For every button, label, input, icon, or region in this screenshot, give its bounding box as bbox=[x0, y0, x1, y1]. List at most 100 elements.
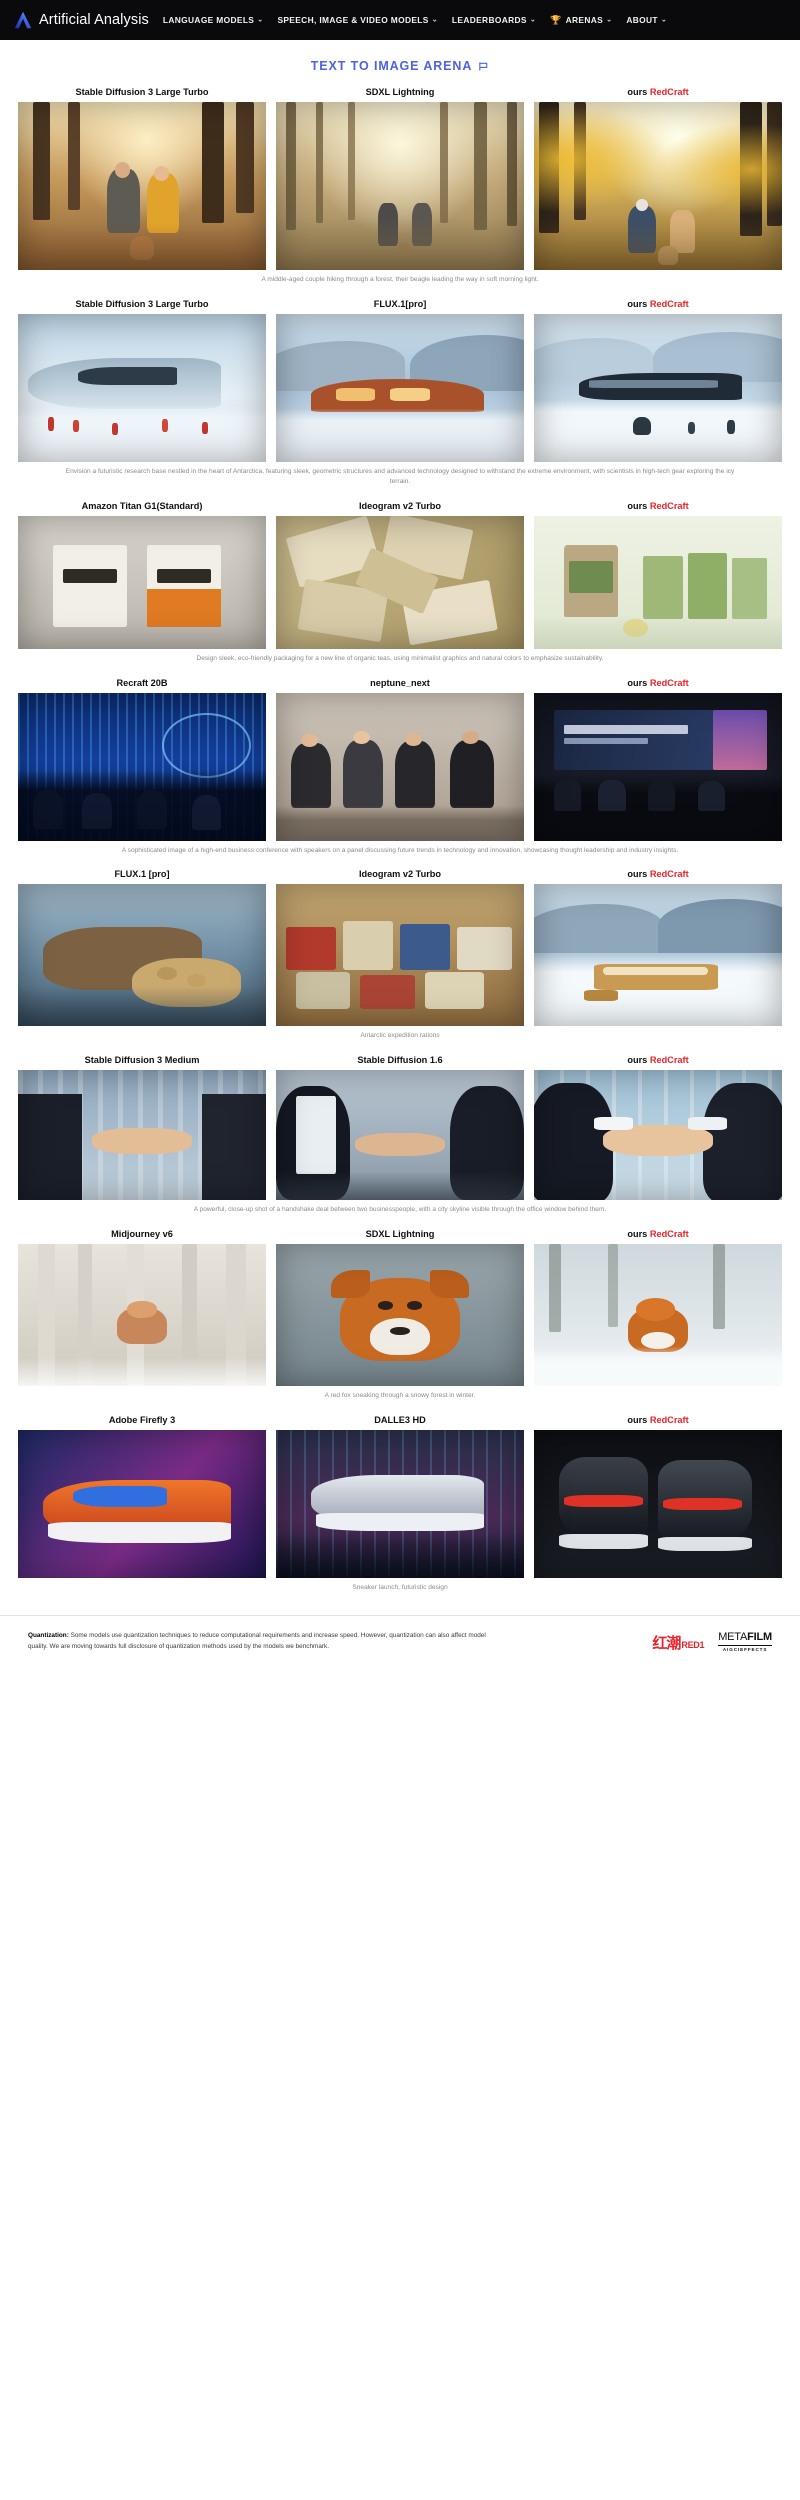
ours-prefix: ours bbox=[627, 1229, 650, 1240]
generated-image[interactable] bbox=[18, 102, 266, 270]
quantization-note-text: Some models use quantization techniques … bbox=[28, 1632, 486, 1651]
nav-item-about[interactable]: ABOUT ⌄ bbox=[626, 15, 667, 25]
brand[interactable]: Artificial Analysis bbox=[14, 11, 149, 29]
nav-item-arenas[interactable]: 🏆 ARENAS ⌄ bbox=[550, 15, 612, 25]
comparison-row: Amazon Titan G1(Standard) Ideogram v2 Tu… bbox=[0, 501, 800, 676]
model-label: neptune_next bbox=[370, 677, 430, 688]
page-title: TEXT TO IMAGE ARENA bbox=[311, 59, 490, 73]
metafilm-logo-sub: AIGCIEFFECTS bbox=[722, 1646, 768, 1652]
row-caption: A red fox sneaking through a snowy fores… bbox=[324, 1392, 476, 1400]
ours-brand: RedCraft bbox=[649, 1055, 689, 1066]
generated-image[interactable] bbox=[276, 1070, 524, 1201]
model-label: Stable Diffusion 1.6 bbox=[357, 1055, 443, 1066]
model-label: Ideogram v2 Turbo bbox=[358, 500, 442, 511]
chevron-down-icon: ⌄ bbox=[431, 16, 438, 23]
generated-image-ours[interactable] bbox=[534, 1244, 782, 1387]
row-labels: Midjourney v6 SDXL Lightning ours RedCra… bbox=[0, 1229, 800, 1239]
model-label: Stable Diffusion 3 Large Turbo bbox=[75, 298, 209, 309]
row-caption: Sneaker launch, futuristic design bbox=[352, 1584, 448, 1592]
nav-items: LANGUAGE MODELS ⌄ SPEECH, IMAGE & VIDEO … bbox=[163, 15, 667, 25]
triangle-logo-icon bbox=[14, 11, 32, 29]
chevron-down-icon: ⌄ bbox=[529, 16, 537, 23]
row-images bbox=[0, 1070, 800, 1201]
nav-item-language-models[interactable]: LANGUAGE MODELS ⌄ bbox=[163, 15, 264, 25]
generated-image[interactable] bbox=[18, 884, 266, 1027]
row-caption: A powerful, close-up shot of a handshake… bbox=[193, 1206, 607, 1214]
ours-brand: RedCraft bbox=[649, 500, 689, 511]
generated-image-ours[interactable] bbox=[534, 1070, 782, 1201]
generated-image-ours[interactable] bbox=[534, 515, 782, 649]
comparison-row: Recraft 20B neptune_next ours RedCraft A… bbox=[0, 678, 800, 868]
row-images bbox=[0, 313, 800, 462]
generated-image-ours[interactable] bbox=[534, 884, 782, 1027]
ours-brand: RedCraft bbox=[649, 869, 689, 880]
comparison-row: Stable Diffusion 3 Medium Stable Diffusi… bbox=[0, 1055, 800, 1227]
generated-image-ours[interactable] bbox=[534, 102, 782, 270]
quantization-note-label: Quantization: bbox=[28, 1632, 69, 1640]
row-labels: Recraft 20B neptune_next ours RedCraft bbox=[0, 678, 800, 688]
generated-image-ours[interactable] bbox=[534, 313, 782, 462]
model-label-ours: ours RedCraft bbox=[534, 869, 782, 879]
red1-logo: 红潮 RED1 bbox=[652, 1632, 704, 1653]
ours-prefix: ours bbox=[627, 869, 650, 880]
ours-brand: RedCraft bbox=[649, 677, 689, 688]
metafilm-film: FILM bbox=[747, 1631, 772, 1644]
generated-image[interactable] bbox=[276, 884, 524, 1027]
model-label: Midjourney v6 bbox=[111, 1229, 173, 1240]
model-label: FLUX.1[pro] bbox=[373, 298, 427, 309]
nav-label: SPEECH, IMAGE & VIDEO MODELS bbox=[277, 15, 429, 25]
generated-image[interactable] bbox=[18, 515, 266, 649]
model-label-ours: ours RedCraft bbox=[534, 1229, 782, 1239]
comparison-row: Adobe Firefly 3 DALLE3 HD ours RedCraft bbox=[0, 1415, 800, 1605]
red1-logo-cjk: 红潮 bbox=[652, 1634, 681, 1653]
generated-image[interactable] bbox=[276, 313, 524, 462]
generated-image[interactable] bbox=[276, 1430, 524, 1579]
ours-prefix: ours bbox=[627, 87, 650, 97]
generated-image[interactable] bbox=[276, 102, 524, 270]
model-label: Ideogram v2 Turbo bbox=[358, 869, 442, 880]
row-caption: Design sleek, eco-friendly packaging for… bbox=[196, 654, 604, 662]
row-images bbox=[0, 884, 800, 1027]
model-label: Amazon Titan G1(Standard) bbox=[81, 500, 203, 511]
model-label-ours: ours RedCraft bbox=[534, 299, 782, 309]
comparison-rows: Stable Diffusion 3 Large Turbo SDXL Ligh… bbox=[0, 87, 800, 1605]
model-label: Stable Diffusion 3 Medium bbox=[84, 1055, 200, 1066]
model-label: SDXL Lightning bbox=[365, 1229, 435, 1240]
generated-image-ours[interactable] bbox=[534, 692, 782, 841]
nav-label: ABOUT bbox=[626, 15, 658, 25]
footer-logos: 红潮 RED1 METAFILM AIGCIEFFECTS bbox=[652, 1630, 772, 1653]
model-label: Recraft 20B bbox=[116, 677, 168, 688]
model-label-ours: ours RedCraft bbox=[534, 1415, 782, 1425]
ours-prefix: ours bbox=[627, 677, 650, 688]
generated-image[interactable] bbox=[18, 313, 266, 462]
generated-image[interactable] bbox=[18, 692, 266, 841]
generated-image[interactable] bbox=[276, 1244, 524, 1387]
footer: Quantization: Some models use quantizati… bbox=[0, 1615, 800, 1653]
row-caption: Envision a futuristic research base nest… bbox=[65, 467, 735, 485]
comparison-row: FLUX.1 [pro] Ideogram v2 Turbo ours RedC… bbox=[0, 869, 800, 1053]
generated-image-ours[interactable] bbox=[534, 1430, 782, 1579]
chevron-down-icon: ⌄ bbox=[660, 16, 668, 23]
ours-prefix: ours bbox=[627, 1415, 650, 1426]
generated-image[interactable] bbox=[18, 1070, 266, 1201]
red1-logo-latin: RED1 bbox=[681, 1640, 705, 1651]
generated-image[interactable] bbox=[18, 1244, 266, 1387]
model-label: FLUX.1 [pro] bbox=[114, 869, 170, 880]
nav-item-leaderboards[interactable]: LEADERBOARDS ⌄ bbox=[452, 15, 536, 25]
generated-image[interactable] bbox=[276, 515, 524, 649]
metafilm-logo-main: METAFILM bbox=[718, 1632, 772, 1643]
model-label: Adobe Firefly 3 bbox=[108, 1415, 176, 1426]
page-title-wrap: TEXT TO IMAGE ARENA bbox=[0, 40, 800, 87]
generated-image[interactable] bbox=[18, 1430, 266, 1579]
metafilm-meta: META bbox=[718, 1631, 748, 1644]
model-label: SDXL Lightning bbox=[365, 87, 435, 97]
generated-image[interactable] bbox=[276, 692, 524, 841]
ours-brand: RedCraft bbox=[649, 1415, 689, 1426]
ours-brand: RedCraft bbox=[649, 87, 689, 97]
ours-prefix: ours bbox=[627, 1055, 650, 1066]
nav-item-speech-image-video-models[interactable]: SPEECH, IMAGE & VIDEO MODELS ⌄ bbox=[277, 15, 437, 25]
row-images bbox=[0, 692, 800, 841]
chevron-down-icon: ⌄ bbox=[257, 16, 264, 23]
model-label-ours: ours RedCraft bbox=[534, 1055, 782, 1065]
row-labels: FLUX.1 [pro] Ideogram v2 Turbo ours RedC… bbox=[0, 869, 800, 879]
